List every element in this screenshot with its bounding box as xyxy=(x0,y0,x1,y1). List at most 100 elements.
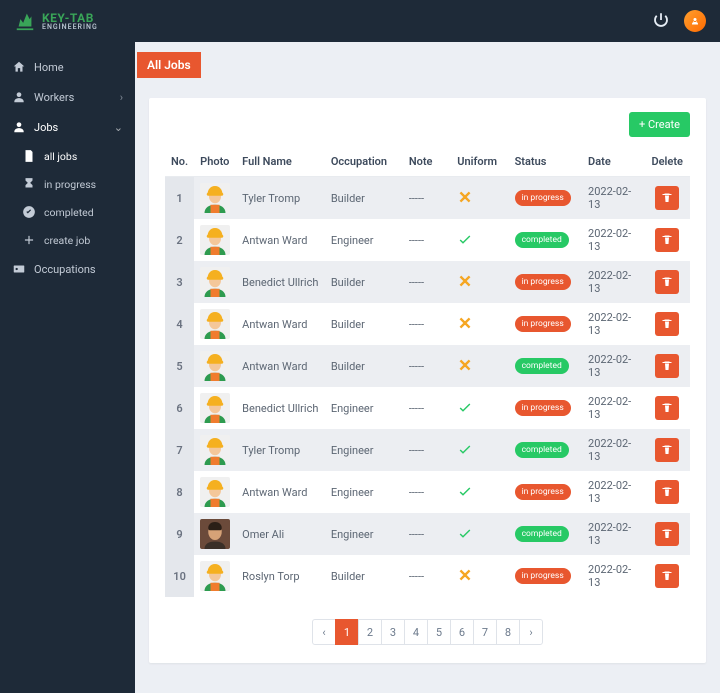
nav-in-progress[interactable]: in progress xyxy=(10,170,135,198)
chevron-down-icon: ⌄ xyxy=(114,121,123,134)
row-uniform xyxy=(451,303,508,345)
row-name: Roslyn Torp xyxy=(236,555,325,597)
power-icon[interactable] xyxy=(652,11,670,32)
th-name: Full Name xyxy=(236,147,325,177)
row-uniform xyxy=(451,471,508,513)
page-next[interactable]: › xyxy=(519,619,543,645)
nav-create-job[interactable]: create job xyxy=(10,226,135,254)
cross-icon xyxy=(457,273,473,289)
row-uniform xyxy=(451,261,508,303)
th-status: Status xyxy=(509,147,582,177)
create-button-label: + Create xyxy=(639,118,680,131)
row-number: 4 xyxy=(165,303,194,345)
row-date: 2022-02-13 xyxy=(582,513,644,555)
row-date: 2022-02-13 xyxy=(582,345,644,387)
nav-workers[interactable]: Workers › xyxy=(0,82,135,112)
status-badge: in progress xyxy=(515,568,571,584)
page-prev[interactable]: ‹ xyxy=(312,619,336,645)
nav-home-label: Home xyxy=(34,61,64,74)
plus-icon xyxy=(22,233,36,247)
page-5[interactable]: 5 xyxy=(427,619,451,645)
status-badge: in progress xyxy=(515,316,571,332)
delete-button[interactable] xyxy=(655,564,679,588)
jobs-card: + Create No. Photo Full Name Occupation … xyxy=(149,98,706,663)
nav-occupations[interactable]: Occupations xyxy=(0,254,135,284)
row-status: completed xyxy=(509,345,582,387)
table-row: 2Antwan WardEngineer-----completed2022-0… xyxy=(165,219,690,261)
delete-button[interactable] xyxy=(655,270,679,294)
row-status: completed xyxy=(509,219,582,261)
row-occupation: Engineer xyxy=(325,513,403,555)
check-icon xyxy=(457,483,473,499)
row-uniform xyxy=(451,219,508,261)
nav-home[interactable]: Home xyxy=(0,52,135,82)
hourglass-icon xyxy=(22,177,36,191)
delete-button[interactable] xyxy=(655,396,679,420)
row-uniform xyxy=(451,513,508,555)
nav-in-progress-label: in progress xyxy=(44,178,96,191)
cross-icon xyxy=(457,189,473,205)
row-date: 2022-02-13 xyxy=(582,471,644,513)
delete-button[interactable] xyxy=(655,354,679,378)
nav-create-job-label: create job xyxy=(44,234,90,247)
page-4[interactable]: 4 xyxy=(404,619,428,645)
page-3[interactable]: 3 xyxy=(381,619,405,645)
row-name: Benedict Ullrich xyxy=(236,387,325,429)
row-note: ----- xyxy=(403,555,451,597)
page-1[interactable]: 1 xyxy=(335,619,359,645)
row-note: ----- xyxy=(403,303,451,345)
delete-button[interactable] xyxy=(655,480,679,504)
delete-button[interactable] xyxy=(655,522,679,546)
row-date: 2022-02-13 xyxy=(582,261,644,303)
row-occupation: Builder xyxy=(325,177,403,220)
row-photo xyxy=(194,387,236,429)
row-uniform xyxy=(451,387,508,429)
row-date: 2022-02-13 xyxy=(582,303,644,345)
delete-button[interactable] xyxy=(655,312,679,336)
nav-jobs[interactable]: Jobs ⌄ xyxy=(0,112,135,142)
th-note: Note xyxy=(403,147,451,177)
trash-icon xyxy=(661,360,673,372)
page-2[interactable]: 2 xyxy=(358,619,382,645)
trash-icon xyxy=(661,528,673,540)
th-date: Date xyxy=(582,147,644,177)
trash-icon xyxy=(661,192,673,204)
delete-button[interactable] xyxy=(655,228,679,252)
status-badge: in progress xyxy=(515,190,571,206)
create-button[interactable]: + Create xyxy=(629,112,690,137)
row-status: in progress xyxy=(509,177,582,220)
row-note: ----- xyxy=(403,387,451,429)
nav-all-jobs[interactable]: all jobs xyxy=(10,142,135,170)
row-name: Tyler Tromp xyxy=(236,429,325,471)
delete-button[interactable] xyxy=(655,438,679,462)
row-number: 3 xyxy=(165,261,194,303)
page-7[interactable]: 7 xyxy=(473,619,497,645)
worker-avatar-icon xyxy=(200,183,230,213)
check-icon xyxy=(457,231,473,247)
row-note: ----- xyxy=(403,429,451,471)
table-row: 9Omer AliEngineer-----completed2022-02-1… xyxy=(165,513,690,555)
row-name: Omer Ali xyxy=(236,513,325,555)
page-6[interactable]: 6 xyxy=(450,619,474,645)
nav-completed[interactable]: completed xyxy=(10,198,135,226)
row-photo xyxy=(194,177,236,220)
table-row: 5Antwan WardBuilder-----completed2022-02… xyxy=(165,345,690,387)
user-avatar[interactable] xyxy=(684,10,706,32)
row-photo xyxy=(194,219,236,261)
row-name: Tyler Tromp xyxy=(236,177,325,220)
row-photo xyxy=(194,513,236,555)
row-status: in progress xyxy=(509,303,582,345)
status-badge: in progress xyxy=(515,274,571,290)
brand-sub: ENGINEERING xyxy=(42,24,98,31)
row-date: 2022-02-13 xyxy=(582,219,644,261)
cross-icon xyxy=(457,357,473,373)
page-8[interactable]: 8 xyxy=(496,619,520,645)
row-photo xyxy=(194,555,236,597)
row-occupation: Builder xyxy=(325,555,403,597)
sidebar: Home Workers › Jobs ⌄ all jobs in progre… xyxy=(0,42,135,693)
trash-icon xyxy=(661,570,673,582)
check-circle-icon xyxy=(22,205,36,219)
logo[interactable]: KEY-TAB ENGINEERING xyxy=(14,10,98,32)
row-number: 8 xyxy=(165,471,194,513)
delete-button[interactable] xyxy=(655,186,679,210)
